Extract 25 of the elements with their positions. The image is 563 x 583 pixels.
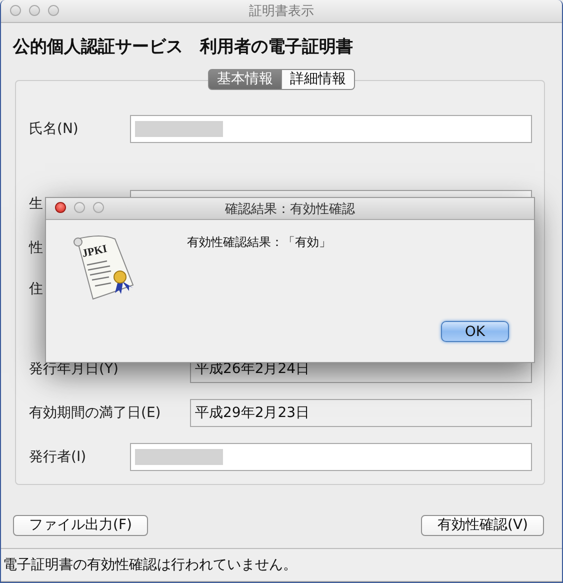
text-field[interactable]: [130, 115, 532, 143]
field-label: 有効期間の満了日(E): [29, 405, 161, 421]
tab[interactable]: 詳細情報: [282, 69, 355, 90]
action-button[interactable]: ファイル出力(F): [13, 515, 148, 536]
field-label: 発行者(I): [29, 449, 86, 465]
zoom-button[interactable]: [93, 202, 104, 213]
minimize-button[interactable]: [29, 5, 40, 16]
field-label: 住: [29, 281, 43, 297]
field-label: 氏名(N): [29, 121, 78, 137]
text-field[interactable]: 平成29年2月23日: [190, 399, 532, 427]
minimize-button[interactable]: [74, 202, 85, 213]
close-button[interactable]: [55, 202, 66, 213]
zoom-button[interactable]: [48, 5, 59, 16]
field-value: 平成29年2月23日: [195, 404, 310, 422]
field-label: 性: [29, 240, 43, 256]
text-field[interactable]: [130, 443, 532, 471]
action-button[interactable]: 有効性確認(V): [421, 515, 544, 536]
page-heading: 公的個人認証サービス 利用者の電子証明書: [13, 37, 353, 57]
field-label: 生: [29, 196, 43, 212]
window-title: 証明書表示: [249, 3, 314, 20]
tab[interactable]: 基本情報: [208, 69, 282, 90]
ok-button[interactable]: OK: [441, 321, 509, 342]
result-message: 有効性確認結果：「有効」: [187, 234, 331, 250]
status-bar: 電子証明書の有効性確認は行われていません。: [1, 548, 562, 582]
dialog-title: 確認結果：有効性確認: [225, 200, 355, 218]
